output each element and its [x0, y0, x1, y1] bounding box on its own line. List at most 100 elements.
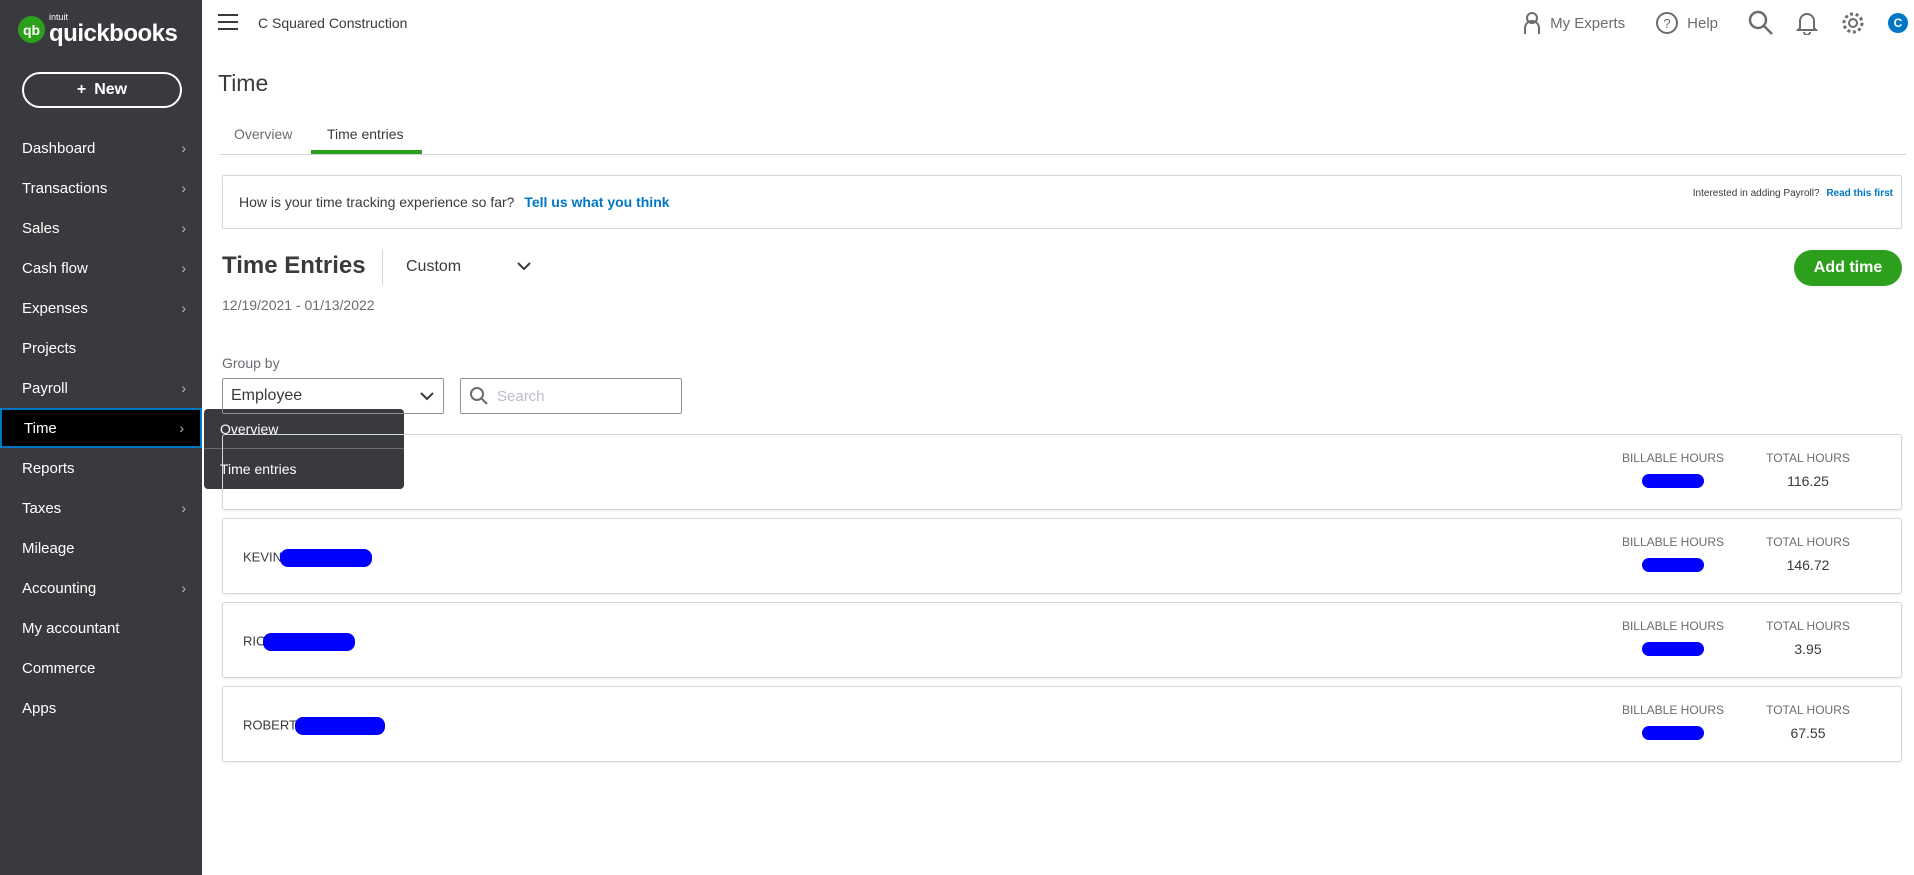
date-range: 12/19/2021 - 01/13/2022	[222, 297, 375, 313]
gear-icon[interactable]	[1840, 10, 1866, 36]
user-avatar[interactable]: C	[1888, 13, 1908, 33]
payroll-promo-text: Interested in adding Payroll?	[1692, 188, 1820, 199]
sidebar-item-apps[interactable]: Apps	[0, 688, 202, 728]
sidebar-item-label: Reports	[22, 459, 75, 477]
sidebar-item-my-accountant[interactable]: My accountant	[0, 608, 202, 648]
banner-question: How is your time tracking experience so …	[239, 194, 515, 210]
time-entries-title: Time Entries	[222, 252, 366, 279]
sidebar-item-label: Dashboard	[22, 139, 96, 157]
logo-quickbooks-text: quickbooks	[49, 20, 178, 47]
add-time-button[interactable]: Add time	[1794, 250, 1902, 286]
redacted-billable-hours	[1642, 558, 1704, 572]
total-hours-value: 146.72	[1786, 557, 1830, 573]
sidebar-item-commerce[interactable]: Commerce	[0, 648, 202, 688]
my-experts-link[interactable]: My Experts	[1522, 11, 1625, 35]
top-bar: C Squared Construction My Experts ? Help…	[202, 0, 1914, 46]
search-field[interactable]	[460, 378, 682, 414]
new-button[interactable]: + New	[22, 72, 182, 108]
sidebar-item-label: My accountant	[22, 619, 120, 637]
group-by-label: Group by	[222, 355, 280, 371]
chevron-right-icon: ›	[181, 220, 186, 236]
chevron-right-icon: ›	[181, 300, 186, 316]
sidebar-item-label: Payroll	[22, 379, 68, 397]
page-tabs: Overview Time entries	[220, 120, 1906, 155]
qb-logo-icon: qb	[18, 16, 45, 43]
sidebar-item-label: Commerce	[22, 659, 96, 677]
hamburger-menu-icon[interactable]	[218, 14, 238, 30]
svg-text:?: ?	[1664, 16, 1671, 31]
help-circle-icon: ?	[1656, 12, 1679, 34]
read-this-first-link[interactable]: Read this first	[1826, 188, 1893, 199]
sidebar-item-label: Sales	[22, 219, 60, 237]
sidebar-item-projects[interactable]: Projects	[0, 328, 202, 368]
sidebar-item-label: Expenses	[22, 299, 88, 317]
sidebar-item-cash-flow[interactable]: Cash flow ›	[0, 248, 202, 288]
tab-time-entries[interactable]: Time entries	[327, 126, 404, 142]
sidebar-item-label: Accounting	[22, 579, 97, 597]
sidebar-item-label: Taxes	[22, 499, 62, 517]
group-by-select[interactable]: Employee	[222, 378, 444, 414]
plus-icon: +	[76, 81, 87, 98]
redacted-name	[280, 549, 373, 567]
chevron-down-icon[interactable]	[516, 258, 532, 279]
billable-hours-label: BILLABLE HOURS	[1621, 703, 1725, 717]
search-input[interactable]	[497, 387, 667, 405]
tab-overview[interactable]: Overview	[234, 126, 292, 142]
redacted-billable-hours	[1642, 726, 1704, 740]
redacted-billable-hours	[1642, 642, 1704, 656]
chevron-right-icon: ›	[179, 420, 184, 436]
company-name: C Squared Construction	[258, 15, 408, 31]
sidebar-item-accounting[interactable]: Accounting ›	[0, 568, 202, 608]
sidebar-item-label: Transactions	[22, 179, 108, 197]
active-tab-indicator	[311, 150, 422, 154]
billable-hours-label: BILLABLE HOURS	[1621, 451, 1725, 465]
total-hours-value: 67.55	[1790, 725, 1826, 741]
header-divider	[382, 249, 383, 285]
period-dropdown[interactable]: Custom	[406, 258, 461, 276]
employee-row[interactable]: RIC BILLABLE HOURS TOTAL HOURS 3.95	[222, 602, 1902, 678]
employee-name: KEVIN	[243, 549, 373, 567]
billable-hours-label: BILLABLE HOURS	[1621, 619, 1725, 633]
sidebar-item-payroll[interactable]: Payroll ›	[0, 368, 202, 408]
search-icon[interactable]	[1748, 10, 1774, 36]
sidebar-item-reports[interactable]: Reports	[0, 448, 202, 488]
redacted-name	[294, 717, 385, 735]
search-icon	[470, 387, 488, 405]
quickbooks-logo[interactable]: qb intuit quickbooks	[18, 13, 178, 47]
sidebar-item-label: Projects	[22, 339, 77, 357]
total-hours-label: TOTAL HOURS	[1766, 451, 1850, 465]
employee-row[interactable]: BILLABLE HOURS TOTAL HOURS 116.25	[222, 434, 1902, 510]
employee-list: BILLABLE HOURS TOTAL HOURS 116.25 KEVIN …	[222, 434, 1902, 770]
sidebar-item-mileage[interactable]: Mileage	[0, 528, 202, 568]
sidebar-item-label: Mileage	[22, 539, 75, 557]
left-sidebar: qb intuit quickbooks + New Dashboard › Tr…	[0, 0, 202, 875]
employee-row[interactable]: ROBERT BILLABLE HOURS TOTAL HOURS 67.55	[222, 686, 1902, 762]
sidebar-item-transactions[interactable]: Transactions ›	[0, 168, 202, 208]
sidebar-item-expenses[interactable]: Expenses ›	[0, 288, 202, 328]
sidebar-item-label: Cash flow	[22, 259, 88, 277]
chevron-right-icon: ›	[181, 380, 186, 396]
help-link[interactable]: ? Help	[1655, 11, 1718, 35]
sidebar-item-time[interactable]: Time ›	[0, 408, 202, 448]
sidebar-item-taxes[interactable]: Taxes ›	[0, 488, 202, 528]
billable-hours-label: BILLABLE HOURS	[1621, 535, 1725, 549]
feedback-link[interactable]: Tell us what you think	[524, 194, 669, 210]
total-hours-label: TOTAL HOURS	[1766, 535, 1850, 549]
feedback-banner: How is your time tracking experience so …	[222, 175, 1902, 229]
sidebar-item-label: Time	[24, 419, 57, 437]
notifications-bell-icon[interactable]	[1796, 11, 1818, 35]
employee-row[interactable]: KEVIN BILLABLE HOURS TOTAL HOURS 146.72	[222, 518, 1902, 594]
total-hours-label: TOTAL HOURS	[1766, 619, 1850, 633]
chevron-right-icon: ›	[181, 260, 186, 276]
sidebar-item-sales[interactable]: Sales ›	[0, 208, 202, 248]
redacted-billable-hours	[1642, 474, 1704, 488]
help-label: Help	[1687, 14, 1718, 32]
chevron-right-icon: ›	[181, 580, 186, 596]
sidebar-item-dashboard[interactable]: Dashboard ›	[0, 128, 202, 168]
redacted-name	[263, 633, 356, 651]
chevron-right-icon: ›	[181, 500, 186, 516]
expert-person-icon	[1524, 12, 1541, 34]
employee-name: ROBERT	[243, 717, 385, 735]
page-title: Time	[218, 70, 269, 96]
total-hours-value: 116.25	[1787, 473, 1829, 489]
